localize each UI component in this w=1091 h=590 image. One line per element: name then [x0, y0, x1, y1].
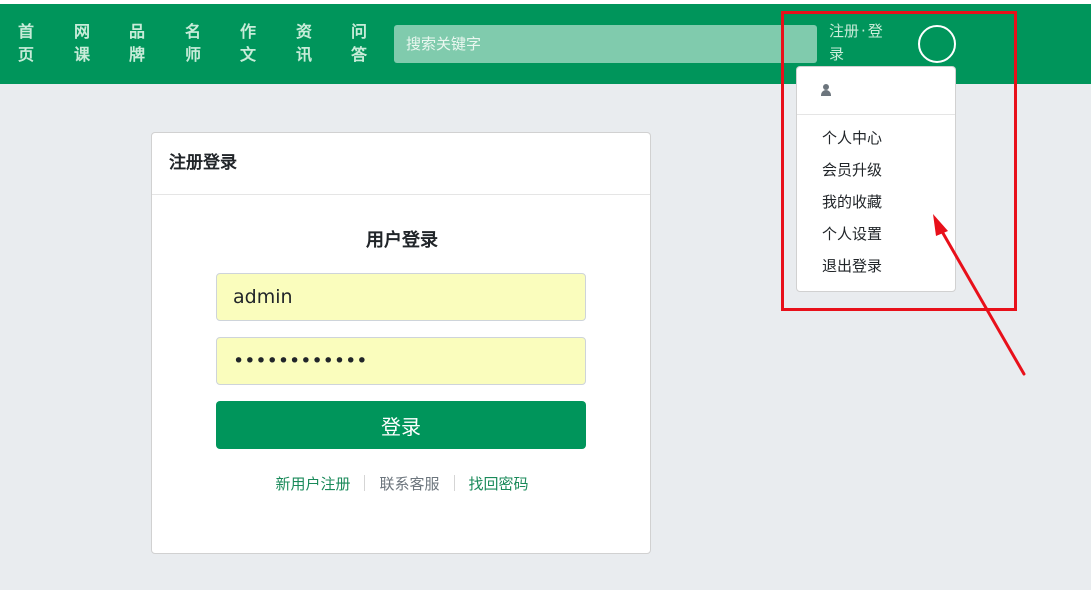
login-link-part2[interactable]: 录: [829, 45, 844, 63]
menu-item-upgrade[interactable]: 会员升级: [797, 154, 955, 186]
menu-item-profile[interactable]: 个人中心: [797, 122, 955, 154]
auth-links: 注册 · 登 录: [829, 20, 899, 66]
login-card: 注册登录 用户登录 登录 新用户注册联系客服找回密码: [151, 132, 651, 554]
recover-password-link[interactable]: 找回密码: [455, 473, 543, 495]
nav-item-news[interactable]: 资 讯: [293, 20, 315, 66]
register-link[interactable]: 注册: [829, 22, 859, 40]
nav-item-essays[interactable]: 作 文: [237, 20, 259, 66]
dropdown-list: 个人中心 会员升级 我的收藏 个人设置 退出登录: [797, 115, 955, 282]
login-button[interactable]: 登录: [216, 401, 586, 449]
dropdown-header: [797, 67, 955, 115]
auth-separator: ·: [861, 22, 866, 40]
contact-support-link[interactable]: 联系客服: [365, 473, 453, 495]
nav-item-teachers[interactable]: 名 师: [182, 20, 204, 66]
login-link-part1[interactable]: 登: [868, 22, 883, 40]
card-header: 注册登录: [152, 133, 650, 195]
card-links: 新用户注册 联系客服 找回密码: [152, 473, 652, 495]
menu-item-logout[interactable]: 退出登录: [797, 250, 955, 282]
password-input[interactable]: [216, 337, 586, 385]
search-input[interactable]: [394, 25, 817, 63]
username-input[interactable]: [216, 273, 586, 321]
user-dropdown-menu: 个人中心 会员升级 我的收藏 个人设置 退出登录: [796, 66, 956, 292]
menu-item-settings[interactable]: 个人设置: [797, 218, 955, 250]
nav-item-courses[interactable]: 网 课: [71, 20, 93, 66]
avatar[interactable]: [918, 25, 956, 63]
user-icon: [821, 84, 831, 96]
menu-item-favorites[interactable]: 我的收藏: [797, 186, 955, 218]
register-new-user-link[interactable]: 新用户注册: [261, 473, 364, 495]
login-title: 用户登录: [366, 230, 438, 251]
nav-item-brands[interactable]: 品 牌: [126, 20, 148, 66]
nav-item-home[interactable]: 首 页: [15, 20, 37, 66]
nav-item-qa[interactable]: 问 答: [348, 20, 370, 66]
